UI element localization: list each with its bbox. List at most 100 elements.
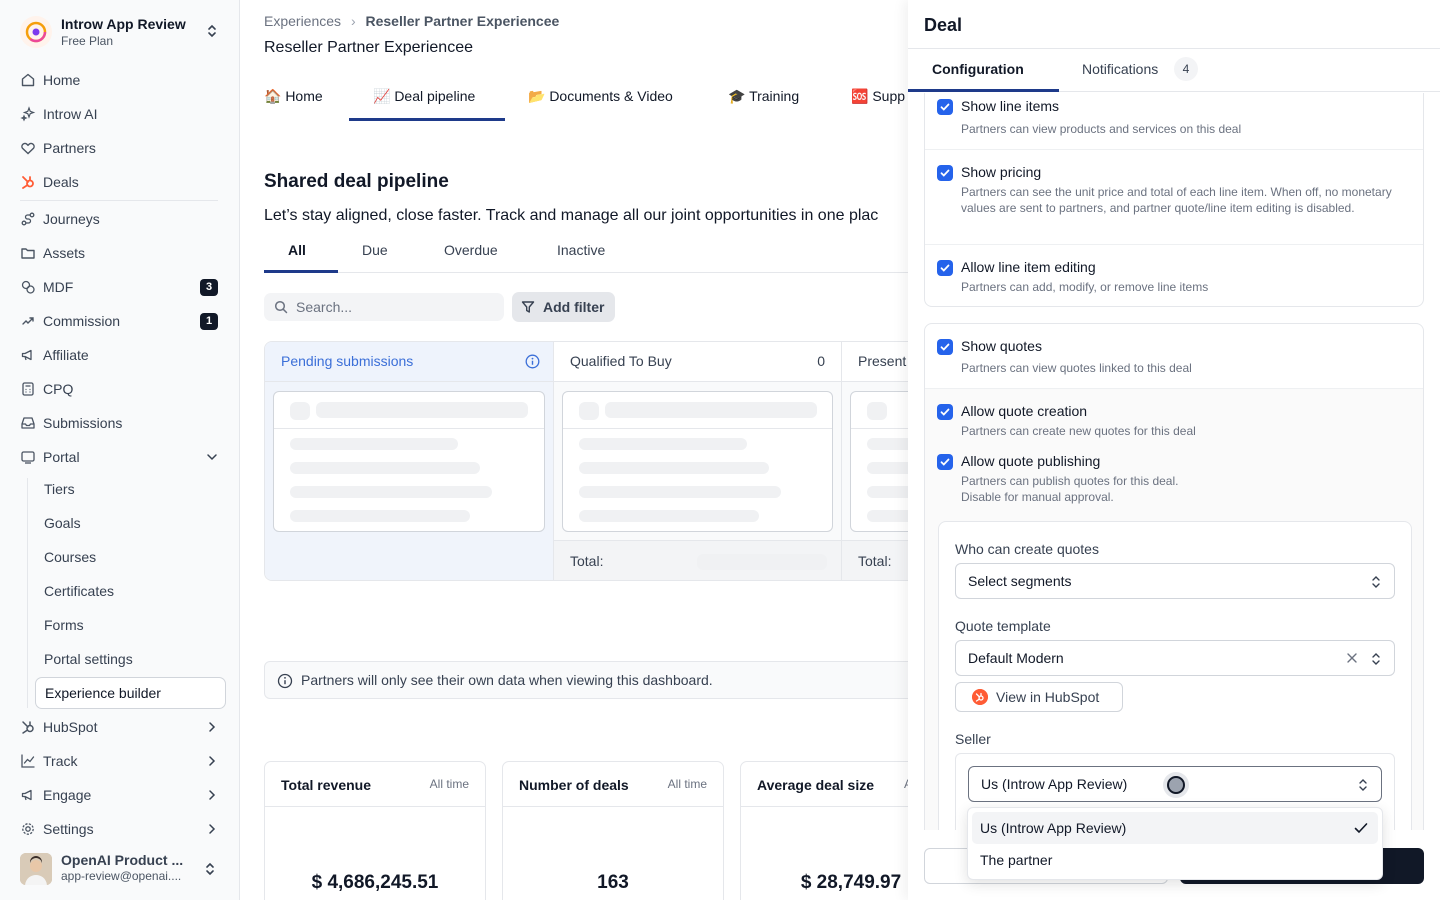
journey-icon <box>21 212 35 226</box>
tab-home[interactable]: 🏠 Home <box>264 88 323 105</box>
sidebar-item-track[interactable]: Track <box>12 746 226 776</box>
sidebar-item-deals[interactable]: Deals <box>12 167 226 197</box>
megaphone-icon <box>21 349 32 361</box>
main-content: Experiences › Reseller Partner Experienc… <box>240 0 908 900</box>
show-quotes-checkbox[interactable] <box>937 339 953 355</box>
allow-quote-creation-checkbox[interactable] <box>937 404 953 420</box>
filter-tabs: All Due Overdue Inactive <box>264 238 908 273</box>
search-box[interactable] <box>264 293 504 321</box>
stat-card-total-revenue: Total revenue All time $ 4,686,245.51 <box>264 761 486 900</box>
sidebar-item-settings[interactable]: Settings <box>12 814 226 844</box>
chevron-right-icon <box>209 756 216 766</box>
option-description: Partners can view quotes linked to this … <box>961 361 1192 375</box>
segments-select[interactable]: Select segments <box>955 563 1395 599</box>
filter-icon <box>521 301 535 313</box>
seller-option-us[interactable]: Us (Introw App Review) <box>972 812 1378 844</box>
sidebar-item-portal[interactable]: Portal <box>12 442 226 472</box>
tab-overdue[interactable]: Overdue <box>444 242 498 258</box>
breadcrumb-parent[interactable]: Experiences <box>264 13 341 29</box>
pipeline-column-qualified: Qualified To Buy 0 Total: <box>554 342 842 580</box>
stat-title: Number of deals <box>519 777 629 793</box>
tab-notifications[interactable]: Notifications <box>1082 61 1158 77</box>
user-menu[interactable]: OpenAI Product ... app-review@openai.... <box>20 851 226 887</box>
option-description: Partners can publish quotes for this dea… <box>961 474 1179 504</box>
allow-line-item-editing-checkbox[interactable] <box>937 260 953 276</box>
option-title: Show line items <box>961 98 1060 114</box>
allow-quote-publishing-checkbox[interactable] <box>937 454 953 470</box>
sidebar-item-label: Portal <box>43 449 80 465</box>
option-title: Allow line item editing <box>961 259 1096 275</box>
sidebar-item-engage[interactable]: Engage <box>12 780 226 810</box>
tab-training[interactable]: 🎓 Training <box>728 88 799 105</box>
sidebar-subitem-certificates[interactable]: Certificates <box>35 576 226 606</box>
column-header: Present <box>842 342 908 382</box>
add-filter-button[interactable]: Add filter <box>512 292 615 322</box>
column-header: Pending submissions <box>265 342 553 382</box>
sidebar-item-introw-ai[interactable]: Introw AI <box>12 99 226 129</box>
breadcrumb-separator-icon: › <box>350 13 356 29</box>
sidebar-item-home[interactable]: Home <box>12 65 226 95</box>
sidebar-item-label: Settings <box>43 821 94 837</box>
tab-due[interactable]: Due <box>362 242 388 258</box>
sidebar-item-hubspot[interactable]: HubSpot <box>12 712 226 742</box>
panel-title: Deal <box>924 15 963 35</box>
sidebar-item-label: Track <box>43 753 78 769</box>
sidebar-item-affiliate[interactable]: Affiliate <box>12 340 226 370</box>
tab-support[interactable]: 🆘 Supp <box>851 88 905 105</box>
seller-option-partner[interactable]: The partner <box>972 844 1378 876</box>
tab-inactive[interactable]: Inactive <box>557 242 605 258</box>
option-label: The partner <box>980 852 1053 868</box>
quotes-settings: Show quotes Partners can view quotes lin… <box>924 323 1424 830</box>
search-input[interactable] <box>296 297 496 317</box>
tab-documents-video[interactable]: 📂 Documents & Video <box>528 88 673 105</box>
chevron-down-icon <box>207 454 217 461</box>
sidebar-item-partners[interactable]: Partners <box>12 133 226 163</box>
sidebar-item-label: CPQ <box>43 381 74 397</box>
sidebar-subitem-tiers[interactable]: Tiers <box>35 474 226 504</box>
sidebar-item-commission[interactable]: Commission 1 <box>12 306 226 336</box>
clear-icon[interactable] <box>1346 652 1358 664</box>
sidebar-item-journeys[interactable]: Journeys <box>12 204 226 234</box>
quote-template-value: Default Modern <box>968 650 1064 666</box>
sidebar-divider <box>20 200 218 201</box>
view-in-hubspot-button[interactable]: View in HubSpot <box>955 682 1123 712</box>
sidebar-item-submissions[interactable]: Submissions <box>12 408 226 438</box>
tab-configuration[interactable]: Configuration <box>932 61 1024 77</box>
quote-template-select[interactable]: Default Modern <box>955 640 1395 676</box>
sidebar-subitem-experience-builder[interactable]: Experience builder <box>35 677 226 709</box>
active-filter-indicator <box>264 270 338 273</box>
sidebar-subitem-goals[interactable]: Goals <box>35 508 226 538</box>
stat-card-average-deal-size: Average deal sizeA $ 28,749.97 <box>740 761 908 900</box>
stat-card-number-of-deals: Number of deals All time 163 <box>502 761 724 900</box>
chevron-updown-icon <box>1359 779 1367 791</box>
tab-deal-pipeline[interactable]: 📈 Deal pipeline <box>373 88 475 105</box>
column-total-label: Total: <box>570 553 604 569</box>
workspace-switcher[interactable]: Introw App Review Free Plan <box>18 13 224 51</box>
calculator-icon <box>22 382 34 396</box>
seller-select[interactable]: Us (Introw App Review) <box>968 766 1382 802</box>
skeleton-card <box>273 391 545 532</box>
info-icon[interactable] <box>525 354 540 369</box>
workspace-logo-icon <box>20 16 52 48</box>
sidebar-subitem-courses[interactable]: Courses <box>35 542 226 572</box>
section-title: Shared deal pipeline <box>264 171 449 192</box>
experience-tabs: 🏠 Home 📈 Deal pipeline 📂 Documents & Vid… <box>264 80 908 121</box>
visibility-notice: Partners will only see their own data wh… <box>264 661 908 699</box>
deal-settings-panel: Deal Configuration Notifications 4 Show … <box>908 0 1440 900</box>
show-line-items-checkbox[interactable] <box>937 99 953 115</box>
sidebar-item-assets[interactable]: Assets <box>12 238 226 268</box>
option-title: Allow quote publishing <box>961 453 1101 469</box>
sidebar-item-cpq[interactable]: CPQ <box>12 374 226 404</box>
option-description: Partners can view products and services … <box>961 122 1242 136</box>
sidebar-subitem-forms[interactable]: Forms <box>35 610 226 640</box>
option-title: Allow quote creation <box>961 403 1088 419</box>
tab-all[interactable]: All <box>288 242 306 258</box>
chevron-updown-icon <box>1372 653 1380 665</box>
info-icon <box>277 673 293 689</box>
chevron-right-icon <box>209 722 216 732</box>
show-line-items-option: Show line items Partners can view produc… <box>925 93 1423 150</box>
sidebar-subitem-portal-settings[interactable]: Portal settings <box>35 644 226 674</box>
show-pricing-checkbox[interactable] <box>937 165 953 181</box>
option-title: Show pricing <box>961 164 1042 180</box>
sidebar-item-mdf[interactable]: MDF 3 <box>12 272 226 302</box>
